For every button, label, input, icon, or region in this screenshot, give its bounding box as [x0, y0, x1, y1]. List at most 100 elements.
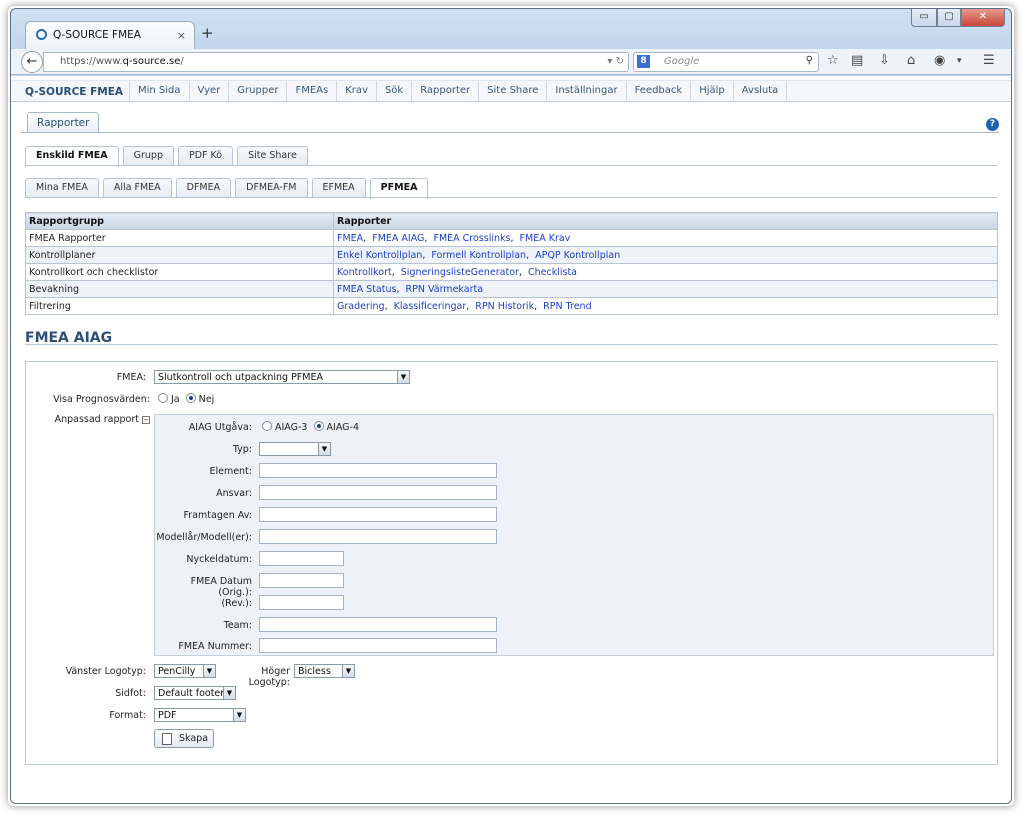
menu-item-hjalp[interactable]: Hjälp: [690, 81, 733, 102]
bookmarks-icon[interactable]: ▤: [851, 53, 863, 68]
aiag3-radio[interactable]: [262, 421, 272, 431]
tab-grupp[interactable]: Grupp: [122, 146, 174, 165]
report-link[interactable]: FMEA Krav: [520, 233, 571, 244]
tab-close-icon[interactable]: ×: [177, 29, 186, 42]
tab-site-share[interactable]: Site Share: [237, 146, 308, 165]
maximize-button[interactable]: ▢: [937, 9, 961, 27]
search-icon[interactable]: ⚲: [806, 55, 813, 66]
modell-label: Modellår/Modell(er):: [156, 532, 252, 543]
fmea-datum-field[interactable]: [259, 573, 344, 588]
page-title-divider: [25, 344, 998, 345]
ansvar-field[interactable]: [259, 485, 497, 500]
menu-item-sok[interactable]: Sök: [375, 81, 411, 102]
report-link[interactable]: Formell Kontrollplan: [431, 250, 526, 261]
prognos-nej-radio[interactable]: [185, 393, 196, 403]
tab-pfmea[interactable]: PFMEA: [369, 178, 429, 199]
menu-item-feedback[interactable]: Feedback: [625, 81, 691, 102]
chevron-down-icon: ▼: [233, 709, 245, 721]
home-icon[interactable]: ⌂: [907, 53, 915, 68]
element-field[interactable]: [259, 463, 497, 478]
prognos-radio-group: Ja Nej: [158, 393, 214, 405]
custom-report-panel: AIAG Utgåva: AIAG-3 AIAG-4 Typ: ▼ Elemen…: [154, 414, 994, 656]
report-group: FMEA Rapporter: [25, 229, 334, 247]
right-logo-select[interactable]: Bicless ▼: [294, 664, 355, 678]
tab-efmea[interactable]: EFMEA: [311, 178, 366, 197]
report-links: Kontrollkort, SigneringslisteGenerator, …: [333, 263, 998, 281]
team-field[interactable]: [259, 617, 497, 632]
fmea-nummer-field[interactable]: [259, 638, 497, 653]
fmea-select[interactable]: Slutkontroll och utpackning PFMEA ▼: [154, 370, 410, 384]
menu-item-installningar[interactable]: Inställningar: [546, 81, 625, 102]
framtagen-field[interactable]: [259, 507, 497, 522]
report-link[interactable]: FMEA Status: [337, 284, 396, 295]
aiag4-radio[interactable]: [313, 421, 324, 431]
addon-dropdown-icon[interactable]: ▾: [957, 56, 962, 66]
report-link[interactable]: FMEA: [337, 233, 363, 244]
left-logo-select[interactable]: PenCilly ▼: [154, 664, 216, 678]
prognos-nej-label: Nej: [198, 394, 215, 405]
sidfot-label: Sidfot:: [115, 688, 146, 699]
app-brand[interactable]: Q-SOURCE FMEA: [25, 86, 123, 98]
tab-dfmea-fm[interactable]: DFMEA-FM: [235, 178, 308, 197]
tab-dfmea[interactable]: DFMEA: [175, 178, 232, 197]
custom-report-label: Anpassad rapport −: [26, 414, 150, 425]
report-link[interactable]: RPN Historik: [475, 301, 534, 312]
chevron-down-icon: ▼: [223, 687, 235, 699]
menu-item-krav[interactable]: Krav: [336, 81, 376, 102]
tab-alla-fmea[interactable]: Alla FMEA: [102, 178, 172, 197]
tab-pdf-ko[interactable]: PDF Kö: [178, 146, 234, 165]
section-tab-rapporter[interactable]: Rapporter: [27, 112, 100, 132]
report-link[interactable]: APQP Kontrollplan: [535, 250, 620, 261]
typ-select[interactable]: ▼: [259, 442, 331, 456]
report-link[interactable]: FMEA Crosslinks: [433, 233, 510, 244]
skapa-button[interactable]: Skapa: [154, 729, 214, 748]
report-link[interactable]: SigneringslisteGenerator: [401, 267, 519, 278]
fmea-nummer-label: FMEA Nummer:: [178, 641, 252, 652]
menu-item-vyer[interactable]: Vyer: [188, 81, 229, 102]
left-logo-value: PenCilly: [158, 666, 196, 677]
report-link[interactable]: RPN Trend: [543, 301, 591, 312]
report-link[interactable]: FMEA AIAG: [372, 233, 424, 244]
report-link[interactable]: RPN Värmekarta: [406, 284, 483, 295]
prognos-ja-radio[interactable]: [158, 393, 168, 403]
reload-icon[interactable]: ▾ ↻: [607, 56, 624, 67]
menu-icon[interactable]: ☰: [983, 53, 995, 68]
menu-item-site-share[interactable]: Site Share: [478, 81, 546, 102]
search-box[interactable]: 8 Google ⚲: [633, 52, 819, 72]
browser-tab[interactable]: Q-SOURCE FMEA ×: [25, 21, 195, 49]
tab-enskild-fmea[interactable]: Enskild FMEA: [25, 146, 119, 167]
address-bar[interactable]: https://www.q-source.se/ ▾ ↻: [43, 52, 629, 72]
download-icon[interactable]: ⇩: [879, 53, 890, 68]
menu-item-min-sida[interactable]: Min Sida: [129, 81, 189, 102]
help-icon[interactable]: ?: [986, 118, 999, 131]
report-group: Bevakning: [25, 280, 334, 298]
report-link[interactable]: Klassificeringar: [394, 301, 467, 312]
tab-mina-fmea[interactable]: Mina FMEA: [25, 178, 99, 197]
addon-icon[interactable]: ◉: [934, 53, 945, 68]
report-group: Kontrollplaner: [25, 246, 334, 264]
search-engine-icon[interactable]: 8: [637, 55, 650, 68]
report-link[interactable]: Kontrollkort: [337, 267, 392, 278]
report-link[interactable]: Checklista: [528, 267, 577, 278]
back-button[interactable]: ←: [21, 51, 43, 73]
report-group: Filtrering: [25, 297, 334, 315]
sidfot-select[interactable]: Default footer ▼: [154, 686, 236, 700]
format-select[interactable]: PDF ▼: [154, 708, 246, 722]
nyckeldatum-field[interactable]: [259, 551, 344, 566]
report-link[interactable]: Gradering: [337, 301, 385, 312]
minimize-button[interactable]: ▭: [911, 9, 937, 27]
menu-item-avsluta[interactable]: Avsluta: [732, 81, 788, 102]
report-link[interactable]: Enkel Kontrollplan: [337, 250, 422, 261]
menu-item-rapporter[interactable]: Rapporter: [411, 81, 478, 102]
menu-item-grupper[interactable]: Grupper: [228, 81, 286, 102]
table-row: Kontrollkort och checklistor Kontrollkor…: [25, 263, 998, 281]
close-window-button[interactable]: ✕: [961, 9, 1005, 27]
app-navbar: Q-SOURCE FMEA Min Sida Vyer Grupper FMEA…: [11, 80, 1011, 102]
rev-field[interactable]: [259, 595, 344, 610]
menu-item-fmeas[interactable]: FMEAs: [286, 81, 336, 102]
browser-window: Q-SOURCE FMEA × + ▭ ▢ ✕ ← https://www.q-…: [10, 8, 1012, 804]
collapse-icon[interactable]: −: [142, 416, 150, 424]
new-tab-button[interactable]: +: [201, 24, 214, 42]
bookmark-star-icon[interactable]: ☆: [827, 53, 839, 68]
modell-field[interactable]: [259, 529, 497, 544]
